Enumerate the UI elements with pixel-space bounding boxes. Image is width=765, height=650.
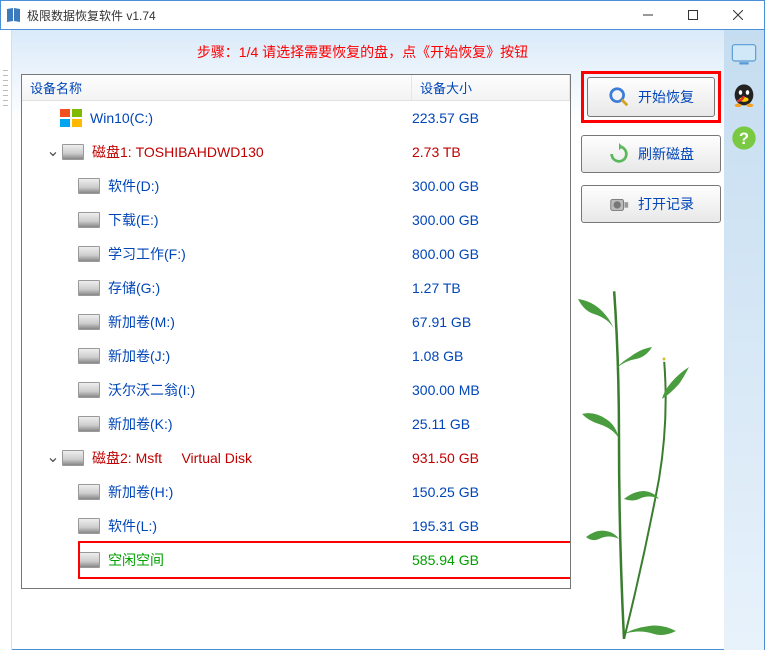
decorative-plant [564,239,704,639]
maximize-button[interactable] [670,1,715,29]
row-label: 空闲空间 [108,550,164,570]
row-size: 1.27 TB [412,280,570,296]
row-label: 学习工作(F:) [108,244,186,264]
row-size: 931.50 GB [412,450,570,466]
titlebar: 极限数据恢复软件 v1.74 [0,0,765,30]
row-size: 300.00 GB [412,212,570,228]
disk-icon [78,382,100,398]
table-row[interactable]: 软件(L:) 195.31 GB [22,509,570,543]
table-header: 设备名称 设备大小 [22,75,570,101]
refresh-icon [608,143,630,165]
table-row[interactable]: ⌄ 磁盘2: Msft Virtual Disk 931.50 GB [22,441,570,475]
table-row[interactable]: 存储(G:) 1.27 TB [22,271,570,305]
disk-icon [62,450,84,466]
windows-icon [60,109,82,127]
row-label: 存储(G:) [108,278,160,298]
refresh-disk-button[interactable]: 刷新磁盘 [581,135,721,173]
open-record-button[interactable]: 打开记录 [581,185,721,223]
disk-icon [78,416,100,432]
start-button-highlight: 开始恢复 [581,71,721,123]
row-size: 67.91 GB [412,314,570,330]
row-label: 新加卷(M:) [108,312,175,332]
row-label: 磁盘2: Msft Virtual Disk [92,448,252,468]
table-row[interactable]: ⌄ 磁盘1: TOSHIBAHDWD130 2.73 TB [22,135,570,169]
disk-icon [62,144,84,160]
disk-icon [78,484,100,500]
row-size: 800.00 GB [412,246,570,262]
row-label: 新加卷(K:) [108,414,173,434]
row-size: 25.11 GB [412,416,570,432]
row-size: 223.57 GB [412,110,570,126]
row-size: 585.94 GB [412,552,570,568]
row-label: 软件(L:) [108,516,157,536]
table-row[interactable]: 沃尔沃二翁(I:) 300.00 MB [22,373,570,407]
disk-icon [78,348,100,364]
row-label: Win10(C:) [90,110,153,126]
col-size[interactable]: 设备大小 [412,75,570,100]
row-label: 新加卷(J:) [108,346,170,366]
camera-icon [608,193,630,215]
table-row[interactable]: 软件(D:) 300.00 GB [22,169,570,203]
window-title: 极限数据恢复软件 v1.74 [27,7,625,24]
left-panel-edge [0,30,12,650]
table-row[interactable]: 下载(E:) 300.00 GB [22,203,570,237]
row-size: 195.31 GB [412,518,570,534]
disk-icon [78,314,100,330]
row-size: 300.00 MB [412,382,570,398]
table-row[interactable]: 新加卷(H:) 150.25 GB [22,475,570,509]
table-row[interactable]: 空闲空间 585.94 GB [22,543,570,577]
row-label: 新加卷(H:) [108,482,173,502]
row-size: 2.73 TB [412,144,570,160]
app-icon [5,7,21,23]
disk-icon [78,280,100,296]
disk-icon [78,518,100,534]
step-instruction: 步骤：1/4 请选择需要恢复的盘，点《开始恢复》按钮 [21,42,704,62]
row-label: 沃尔沃二翁(I:) [108,380,195,400]
table-row[interactable]: 新加卷(M:) 67.91 GB [22,305,570,339]
chevron-down-icon[interactable]: ⌄ [44,147,62,157]
row-label: 下载(E:) [108,210,159,230]
start-recovery-button[interactable]: 开始恢复 [587,77,715,117]
row-label: 磁盘1: TOSHIBAHDWD130 [92,142,264,162]
disk-icon [78,212,100,228]
chevron-down-icon[interactable]: ⌄ [44,453,62,463]
row-size: 150.25 GB [412,484,570,500]
device-table: 设备名称 设备大小 Win10(C:) 223.57 GB ⌄ 磁盘1: TOSHIB… [21,74,571,589]
disk-icon [78,246,100,262]
table-row[interactable]: 新加卷(J:) 1.08 GB [22,339,570,373]
row-label: 软件(D:) [108,176,159,196]
row-size: 1.08 GB [412,348,570,364]
close-button[interactable] [715,1,760,29]
disk-icon [78,552,100,568]
col-name[interactable]: 设备名称 [22,75,412,100]
table-row[interactable]: 学习工作(F:) 800.00 GB [22,237,570,271]
row-size: 300.00 GB [412,178,570,194]
disk-icon [78,178,100,194]
table-row[interactable]: 新加卷(K:) 25.11 GB [22,407,570,441]
table-row[interactable]: Win10(C:) 223.57 GB [22,101,570,135]
minimize-button[interactable] [625,1,670,29]
magnifier-icon [608,86,630,108]
